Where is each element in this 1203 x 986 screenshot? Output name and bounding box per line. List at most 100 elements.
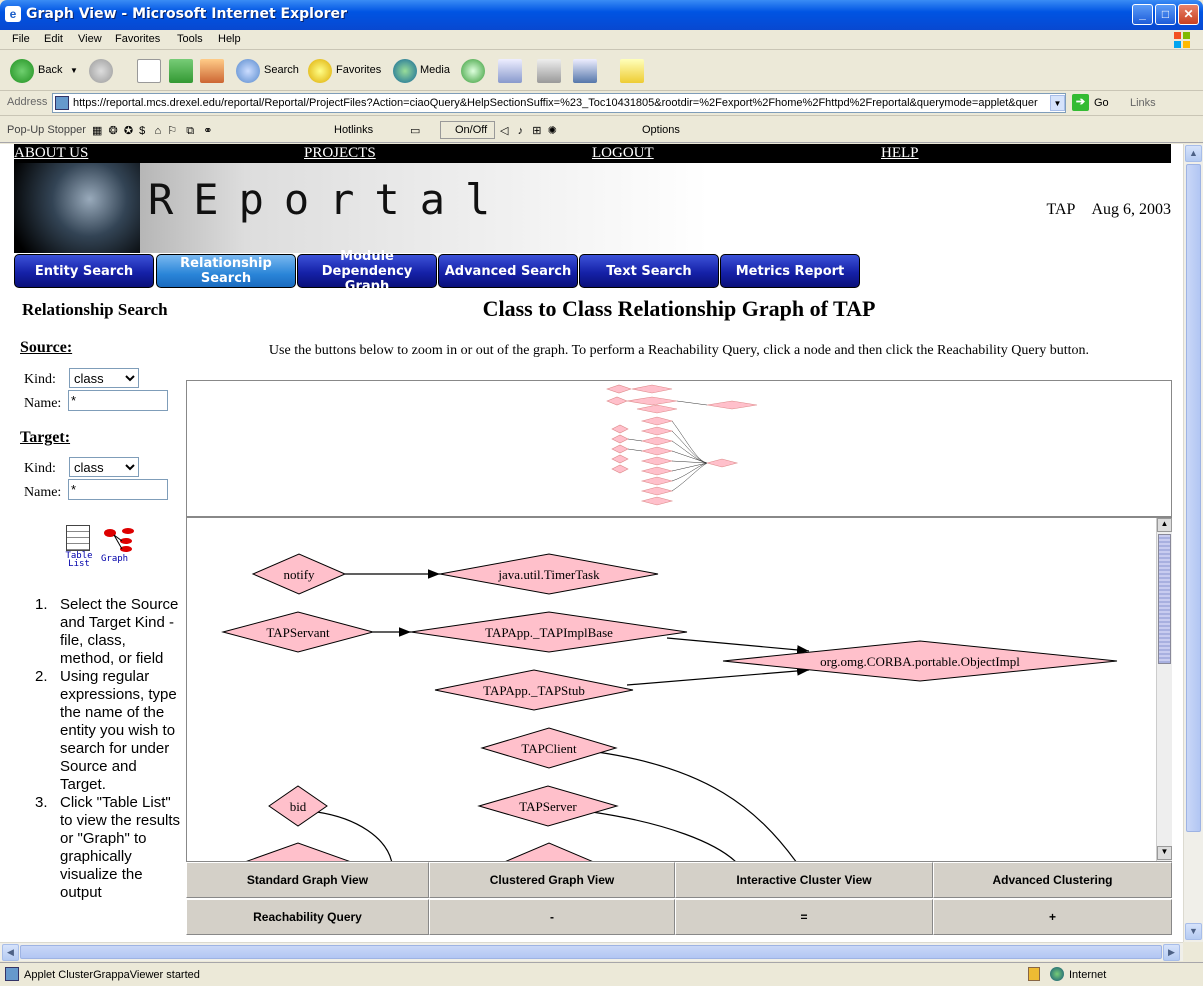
- favorites-star-icon[interactable]: [308, 59, 332, 83]
- edge-tapserver: [591, 811, 736, 861]
- graph-label[interactable]: Graph: [101, 554, 128, 564]
- table-list-icon[interactable]: [66, 525, 90, 551]
- scroll-down-icon[interactable]: ▼: [1157, 846, 1172, 860]
- text-search-button[interactable]: Text Search: [579, 254, 719, 288]
- metrics-report-button[interactable]: Metrics Report: [720, 254, 860, 288]
- entity-search-button[interactable]: Entity Search: [14, 254, 154, 288]
- minimize-button[interactable]: _: [1132, 4, 1153, 25]
- target-name-input[interactable]: [68, 479, 168, 500]
- status-bar: Applet ClusterGrappaViewer started Inter…: [0, 962, 1203, 986]
- source-kind-select[interactable]: class: [69, 368, 139, 388]
- scroll-right-icon[interactable]: ▶: [1163, 944, 1180, 961]
- status-text: Applet ClusterGrappaViewer started: [24, 969, 200, 981]
- edit-icon[interactable]: [573, 59, 597, 83]
- graph-overview-panel[interactable]: [186, 380, 1172, 517]
- search-icon[interactable]: [236, 59, 260, 83]
- print-icon[interactable]: [537, 59, 561, 83]
- history-icon[interactable]: [461, 59, 485, 83]
- interactive-cluster-view-button[interactable]: Interactive Cluster View: [675, 862, 933, 898]
- forward-arrow-icon[interactable]: [89, 59, 113, 83]
- back-dropdown-icon[interactable]: ▼: [70, 66, 78, 75]
- instructions-list: 1. Select the Source and Target Kind - fi…: [22, 596, 184, 902]
- scroll-up-icon[interactable]: ▲: [1157, 518, 1172, 532]
- standard-graph-view-button[interactable]: Standard Graph View: [186, 862, 429, 898]
- source-name-input[interactable]: [68, 390, 168, 411]
- media-icon[interactable]: [393, 59, 417, 83]
- onoff-button[interactable]: On/Off: [440, 121, 495, 139]
- table-list-label[interactable]: Table List: [64, 552, 94, 569]
- edge-tapstub-objectimpl: [626, 666, 810, 686]
- address-input[interactable]: https://reportal.mcs.drexel.edu/reportal…: [52, 93, 1066, 113]
- target-kind-label: Kind:: [24, 461, 56, 476]
- back-arrow-icon[interactable]: [10, 59, 34, 83]
- zoom-reset-button[interactable]: =: [675, 899, 933, 935]
- page-status-icon: [5, 967, 19, 981]
- banner: REportal TAP Aug 6, 2003: [14, 163, 1171, 253]
- options-button[interactable]: Options: [642, 124, 680, 136]
- address-label: Address: [7, 96, 48, 108]
- sound-icon[interactable]: ◁ ♪ ⊞ ✺: [500, 124, 557, 137]
- close-button[interactable]: ✕: [1178, 4, 1199, 25]
- class-relationship-graph[interactable]: notify java.util.TimerTask TAPServant TA…: [187, 518, 1157, 862]
- hotlinks-button[interactable]: Hotlinks: [334, 124, 373, 136]
- page-horizontal-scrollbar[interactable]: ◀ ▶: [0, 942, 1183, 961]
- graph-overview-minimap[interactable]: [187, 381, 1171, 516]
- back-label[interactable]: Back: [38, 64, 62, 76]
- logo-text: REportal: [148, 175, 511, 224]
- relationship-search-button[interactable]: Relationship Search: [156, 254, 296, 288]
- graph-node[interactable]: [242, 842, 354, 862]
- menu-file[interactable]: File: [12, 33, 30, 45]
- scroll-left-icon[interactable]: ◀: [2, 944, 19, 961]
- folder-icon[interactable]: ▭: [410, 124, 420, 137]
- nav-about-us[interactable]: ABOUT US: [14, 145, 88, 162]
- graph-icon[interactable]: [102, 527, 136, 553]
- source-kind-label: Kind:: [24, 372, 56, 387]
- menu-favorites[interactable]: Favorites: [115, 33, 160, 45]
- module-dependency-graph-button[interactable]: Module Dependency Graph: [297, 249, 437, 294]
- nav-help[interactable]: HELP: [881, 145, 919, 162]
- graph-scroll-thumb[interactable]: [1158, 534, 1171, 664]
- nav-logout[interactable]: LOGOUT: [592, 145, 654, 162]
- advanced-clustering-button[interactable]: Advanced Clustering: [933, 862, 1172, 898]
- page-hscroll-thumb[interactable]: [20, 945, 1162, 959]
- node-label: notify: [283, 567, 315, 582]
- graph-canvas[interactable]: notify java.util.TimerTask TAPServant TA…: [186, 517, 1172, 862]
- scroll-up-icon[interactable]: ▲: [1185, 145, 1202, 162]
- page-vertical-scrollbar[interactable]: ▲ ▼: [1183, 144, 1203, 942]
- target-kind-select[interactable]: class: [69, 457, 139, 477]
- menu-bar: File Edit View Favorites Tools Help: [0, 30, 1203, 50]
- address-dropdown-icon[interactable]: ▼: [1050, 95, 1065, 111]
- advanced-search-button[interactable]: Advanced Search: [438, 254, 578, 288]
- zoom-in-button[interactable]: +: [933, 899, 1172, 935]
- refresh-icon[interactable]: [169, 59, 193, 83]
- maximize-button[interactable]: □: [1155, 4, 1176, 25]
- toolbar-icons[interactable]: ▦ ❂ ✪ $ ⌂ ⚐ ⧉ ⚭: [92, 124, 212, 138]
- messenger-icon[interactable]: [620, 59, 644, 83]
- zoom-out-button[interactable]: -: [429, 899, 675, 935]
- page-scroll-thumb[interactable]: [1186, 164, 1201, 832]
- search-label[interactable]: Search: [264, 64, 299, 76]
- graph-node[interactable]: [502, 842, 596, 862]
- menu-view[interactable]: View: [78, 33, 102, 45]
- target-name-label: Name:: [24, 485, 62, 500]
- scroll-down-icon[interactable]: ▼: [1185, 923, 1202, 940]
- source-label: Source:: [20, 339, 73, 356]
- links-label[interactable]: Links: [1130, 97, 1156, 109]
- go-arrow-icon[interactable]: ➔: [1072, 94, 1089, 111]
- menu-tools[interactable]: Tools: [177, 33, 203, 45]
- clustered-graph-view-button[interactable]: Clustered Graph View: [429, 862, 675, 898]
- nav-projects[interactable]: PROJECTS: [304, 145, 376, 162]
- go-button[interactable]: Go: [1094, 97, 1109, 109]
- popup-stopper-bar: Pop-Up Stopper ▦ ❂ ✪ $ ⌂ ⚐ ⧉ ⚭ Hotlinks …: [0, 117, 1203, 143]
- media-label[interactable]: Media: [420, 64, 450, 76]
- favorites-label[interactable]: Favorites: [336, 64, 381, 76]
- menu-help[interactable]: Help: [218, 33, 241, 45]
- mail-icon[interactable]: [498, 59, 522, 83]
- reachability-query-button[interactable]: Reachability Query: [186, 899, 429, 935]
- graph-scrollbar[interactable]: ▲ ▼: [1156, 518, 1172, 861]
- stop-icon[interactable]: [137, 59, 161, 83]
- menu-edit[interactable]: Edit: [44, 33, 63, 45]
- home-icon[interactable]: [200, 59, 224, 83]
- project-name: TAP: [1046, 201, 1076, 218]
- node-label: java.util.TimerTask: [497, 567, 600, 582]
